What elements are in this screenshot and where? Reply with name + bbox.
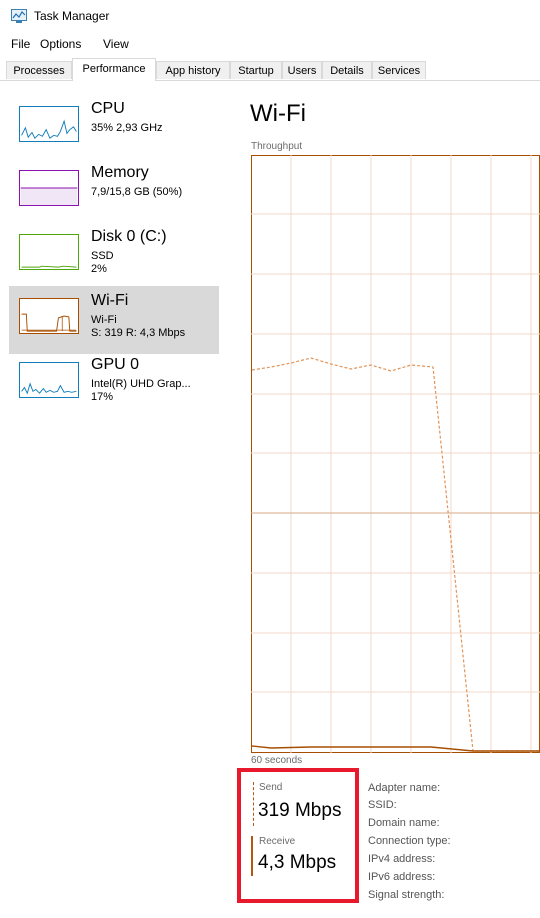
title-bar: Task Manager bbox=[0, 0, 540, 32]
prop-ssid: SSID: bbox=[368, 799, 397, 811]
prop-signal-strength: Signal strength: bbox=[368, 889, 445, 901]
performance-sidebar: CPU 35% 2,93 GHz Memory 7,9/15,8 GB (50%… bbox=[0, 80, 232, 918]
throughput-graph bbox=[251, 155, 540, 753]
sidebar-item-wifi[interactable]: Wi-Fi Wi-Fi S: 319 R: 4,3 Mbps bbox=[9, 286, 219, 354]
sidebar-cpu-usage: 35% 2,93 GHz bbox=[91, 122, 163, 134]
prop-connection-type: Connection type: bbox=[368, 835, 451, 847]
tab-services[interactable]: Services bbox=[372, 61, 426, 79]
page-title: Wi-Fi bbox=[250, 100, 306, 127]
sidebar-memory-name: Memory bbox=[91, 164, 149, 181]
tab-app-history[interactable]: App history bbox=[156, 61, 230, 79]
sidebar-memory-usage: 7,9/15,8 GB (50%) bbox=[91, 186, 183, 198]
sidebar-disk-usage: 2% bbox=[91, 263, 107, 275]
sidebar-wifi-name: Wi-Fi bbox=[91, 292, 129, 309]
sidebar-cpu-name: CPU bbox=[91, 100, 125, 117]
throughput-label: Throughput bbox=[251, 141, 303, 152]
tab-processes[interactable]: Processes bbox=[6, 61, 72, 79]
menu-bar: File Options View bbox=[0, 34, 540, 54]
menu-options[interactable]: Options bbox=[40, 37, 81, 51]
sidebar-disk-name: Disk 0 (C:) bbox=[91, 228, 167, 245]
prop-adapter-name: Adapter name: bbox=[368, 782, 441, 794]
tab-startup[interactable]: Startup bbox=[230, 61, 282, 79]
memory-thumbnail-graph bbox=[19, 170, 79, 206]
disk-thumbnail-graph bbox=[19, 234, 79, 270]
sidebar-gpu-name: GPU 0 bbox=[91, 356, 140, 373]
highlight-box bbox=[237, 768, 359, 903]
graph-frame bbox=[251, 155, 540, 753]
tab-details[interactable]: Details bbox=[322, 61, 372, 79]
sidebar-item-cpu[interactable]: CPU 35% 2,93 GHz bbox=[9, 94, 219, 162]
tab-users[interactable]: Users bbox=[282, 61, 322, 79]
time-axis-label: 60 seconds bbox=[251, 755, 303, 766]
sidebar-item-gpu[interactable]: GPU 0 Intel(R) UHD Grap... 17% bbox=[9, 350, 219, 418]
task-manager-icon bbox=[11, 9, 27, 23]
tab-bar: Processes Performance App history Startu… bbox=[0, 58, 540, 81]
gpu-thumbnail-graph bbox=[19, 362, 79, 398]
cpu-thumbnail-graph bbox=[19, 106, 79, 142]
sidebar-item-memory[interactable]: Memory 7,9/15,8 GB (50%) bbox=[9, 158, 219, 226]
sidebar-wifi-speed: S: 319 R: 4,3 Mbps bbox=[91, 327, 186, 339]
menu-view[interactable]: View bbox=[103, 37, 129, 51]
sidebar-gpu-usage: 17% bbox=[91, 391, 114, 403]
sidebar-gpu-model: Intel(R) UHD Grap... bbox=[91, 378, 191, 390]
window-title: Task Manager bbox=[34, 9, 110, 23]
sidebar-wifi-label: Wi-Fi bbox=[91, 314, 117, 326]
sidebar-item-disk[interactable]: Disk 0 (C:) SSD 2% bbox=[9, 222, 219, 290]
prop-ipv6-address: IPv6 address: bbox=[368, 871, 436, 883]
prop-domain-name: Domain name: bbox=[368, 817, 440, 829]
tab-performance[interactable]: Performance bbox=[72, 58, 156, 81]
menu-file[interactable]: File bbox=[11, 37, 30, 51]
prop-ipv4-address: IPv4 address: bbox=[368, 853, 436, 865]
wifi-thumbnail-graph bbox=[19, 298, 79, 334]
sidebar-disk-type: SSD bbox=[91, 250, 114, 262]
